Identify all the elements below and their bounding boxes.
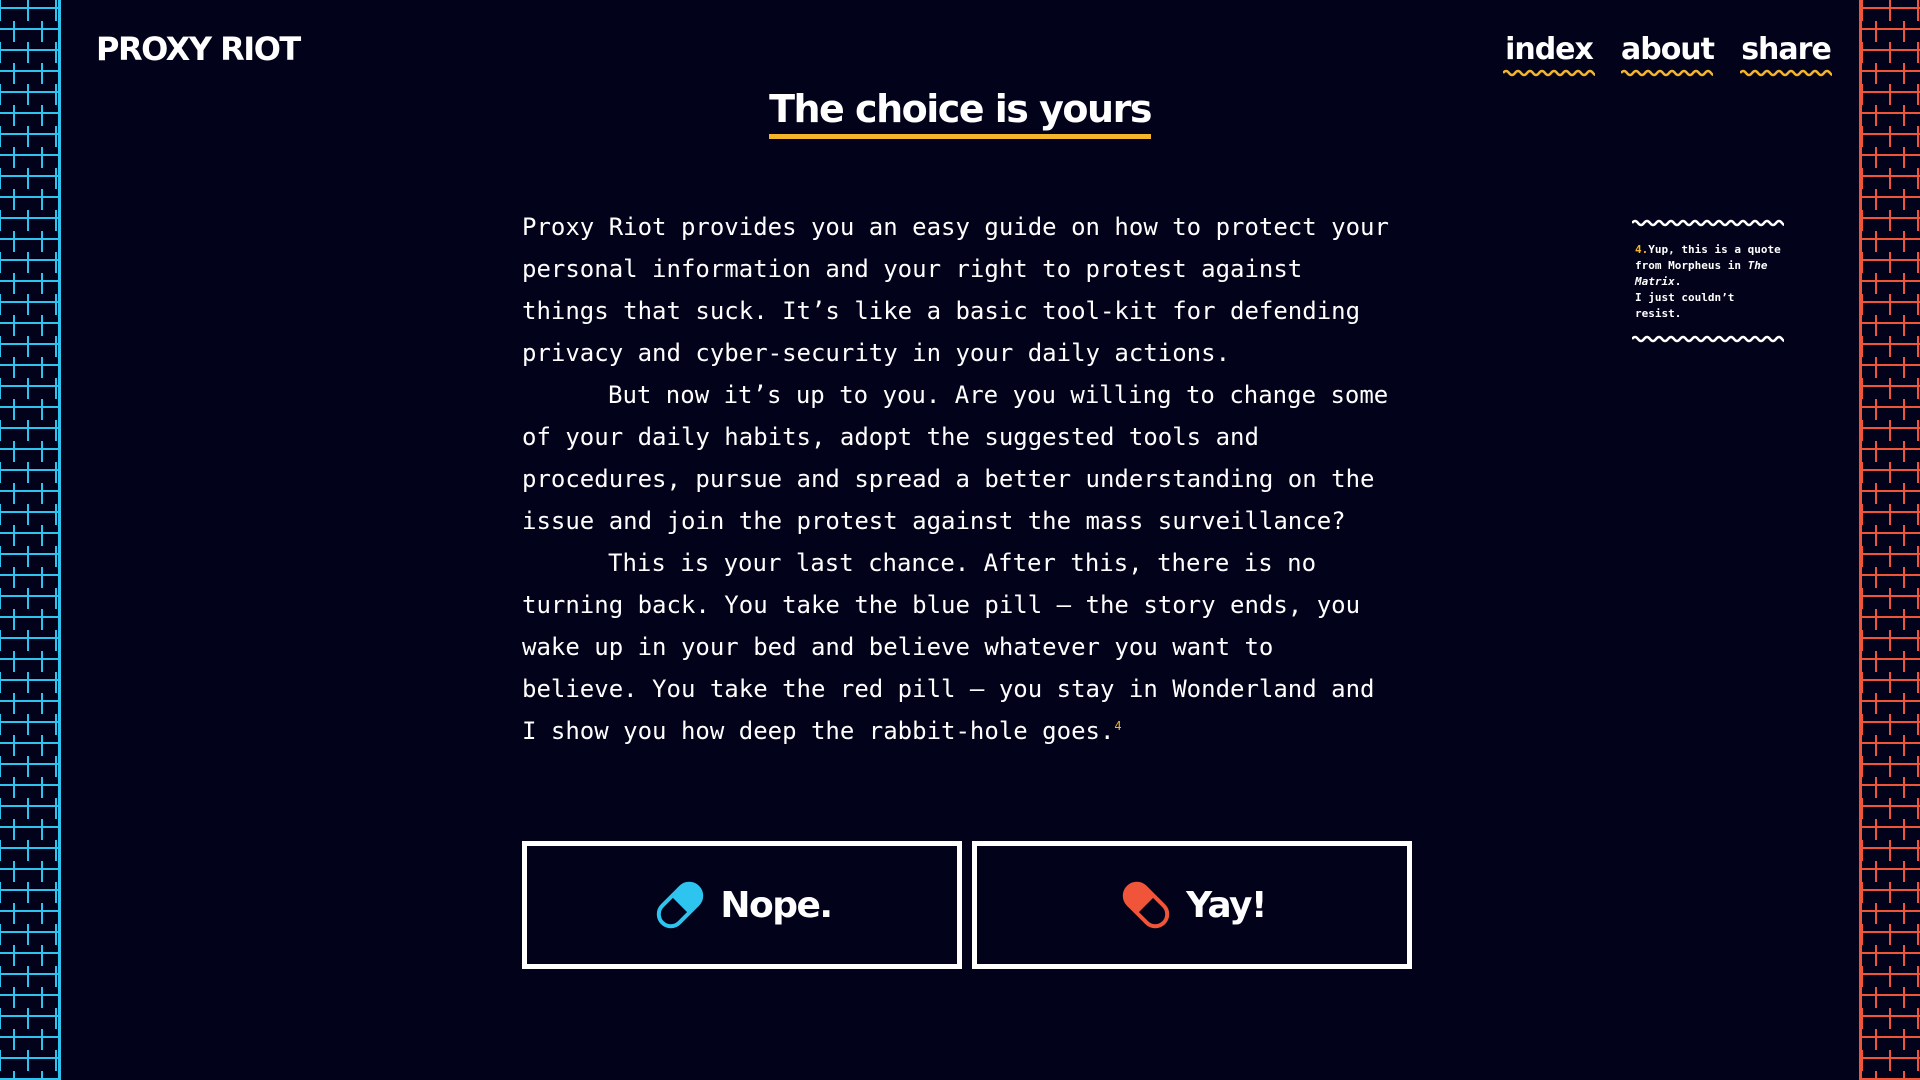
paragraph-3-text: This is your last chance. After this, th…	[522, 549, 1375, 745]
paragraph-3: This is your last chance. After this, th…	[522, 542, 1402, 752]
squiggle-underline-icon	[1621, 69, 1714, 77]
nav-label-about: about	[1620, 32, 1715, 67]
squiggle-divider-icon	[1631, 219, 1789, 227]
sidenote-line2: I just couldn’t resist.	[1635, 291, 1735, 320]
squiggle-divider-icon	[1631, 335, 1789, 343]
squiggle-underline-icon	[1502, 69, 1595, 77]
paragraph-2: But now it’s up to you. Are you willing …	[522, 381, 1389, 535]
squiggle-underline-icon	[1740, 69, 1832, 77]
nav-link-share[interactable]: share	[1740, 32, 1832, 77]
main-nav: index about share	[1502, 32, 1832, 77]
site-logo[interactable]: PROXY RIOT	[96, 30, 301, 68]
footnote-ref[interactable]: 4	[1114, 719, 1121, 733]
sidenote-number: 4.	[1635, 243, 1649, 256]
sidenote-text-end: .	[1674, 275, 1682, 288]
intro-text: Proxy Riot provides you an easy guide on…	[522, 206, 1402, 752]
nope-button-label: Nope.	[720, 884, 833, 926]
right-brick-wall	[1859, 0, 1920, 1080]
yay-button-label: Yay!	[1186, 884, 1267, 926]
sidenote: 4.Yup, this is a quote from Morpheus in …	[1631, 216, 1789, 348]
red-pill-icon	[1122, 881, 1170, 929]
paragraph-1: Proxy Riot provides you an easy guide on…	[522, 213, 1389, 367]
blue-pill-icon	[657, 881, 704, 929]
yay-button[interactable]: Yay!	[972, 841, 1412, 969]
left-brick-wall	[0, 0, 61, 1080]
nope-button[interactable]: Nope.	[522, 841, 962, 969]
page-title: The choice is yours	[769, 87, 1152, 139]
nav-link-index[interactable]: index	[1502, 32, 1595, 77]
nav-label-index: index	[1505, 32, 1594, 67]
nav-label-share: share	[1741, 32, 1832, 67]
nav-link-about[interactable]: about	[1620, 32, 1715, 77]
